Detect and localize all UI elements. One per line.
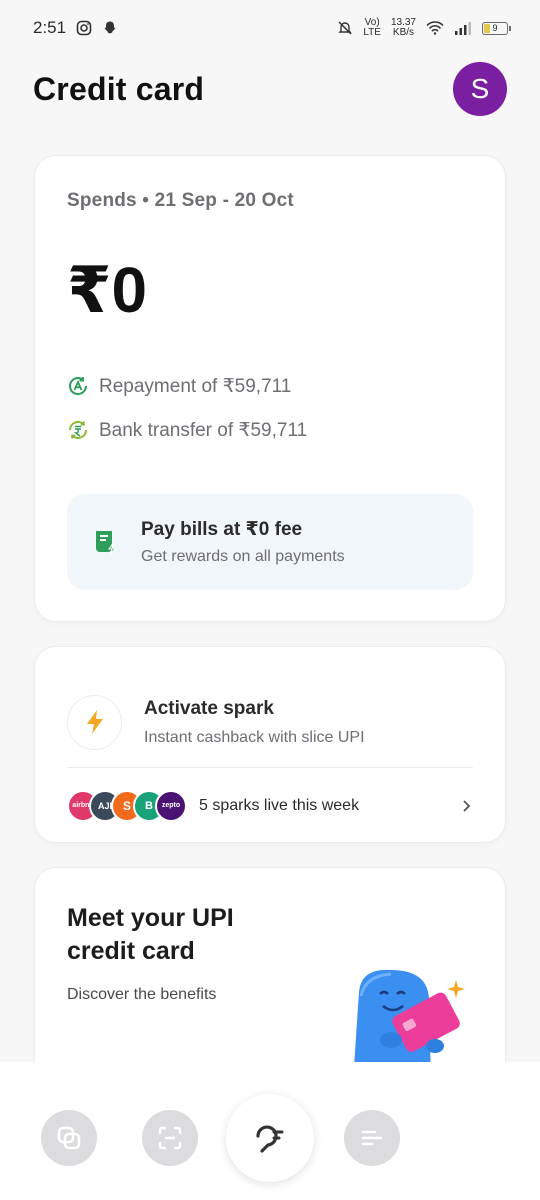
lightning-icon	[86, 710, 103, 734]
snapchat-icon	[104, 21, 116, 34]
spends-amount: ₹0	[67, 254, 148, 326]
status-time: 2:51	[33, 18, 67, 37]
pay-bills-subtitle: Get rewards on all payments	[141, 548, 345, 565]
spark-icon-container	[67, 694, 122, 750]
mute-icon	[338, 21, 353, 35]
bank-transfer-icon	[67, 419, 89, 441]
sparks-live-row[interactable]: airbnb AJI S B zepto 5 sparks live this …	[67, 767, 473, 844]
spends-period-label: Spends • 21 Sep - 20 Oct	[67, 190, 294, 211]
wifi-icon	[426, 21, 444, 35]
nav-menu-button[interactable]	[344, 1110, 400, 1166]
activate-spark-subtitle: Instant cashback with slice UPI	[144, 728, 365, 746]
repayment-icon	[67, 375, 89, 397]
battery-icon: 9	[482, 21, 511, 35]
nav-cards-button[interactable]	[41, 1110, 97, 1166]
scan-icon	[158, 1126, 182, 1150]
network-speed: 13.37 KB/s	[390, 17, 416, 38]
avatar[interactable]: S	[453, 62, 507, 116]
repayment-row: Repayment of ₹59,711	[67, 364, 473, 408]
activate-spark-row[interactable]: Activate spark Instant cashback with sli…	[35, 647, 505, 767]
menu-icon	[361, 1130, 383, 1146]
nav-home-button[interactable]	[226, 1094, 314, 1182]
bank-transfer-text: Bank transfer of ₹59,711	[99, 419, 308, 441]
pay-bills-title: Pay bills at ₹0 fee	[141, 519, 303, 540]
nav-scan-button[interactable]	[142, 1110, 198, 1166]
upi-title: Meet your UPI credit card	[67, 904, 234, 965]
zepto-logo: zepto	[155, 789, 187, 822]
bank-transfer-row: Bank transfer of ₹59,711	[67, 408, 473, 452]
status-bar: 2:51 Vo) LTE 13.37 KB/s 9	[0, 0, 540, 56]
signal-icon	[455, 22, 471, 35]
page-title: Credit card	[33, 70, 205, 107]
spends-card[interactable]: Spends • 21 Sep - 20 Oct ₹0 Repayment of…	[34, 155, 506, 622]
bill-icon	[96, 531, 116, 555]
activate-spark-title: Activate spark	[144, 697, 274, 719]
cards-icon	[57, 1126, 81, 1150]
spark-card[interactable]: Activate spark Instant cashback with sli…	[34, 646, 506, 843]
network-type: Vo) LTE	[363, 17, 381, 38]
pay-bills-banner[interactable]: Pay bills at ₹0 fee Get rewards on all p…	[67, 494, 473, 590]
chevron-right-icon	[463, 799, 471, 812]
bottom-navigation	[0, 1062, 540, 1200]
sparks-live-text: 5 sparks live this week	[199, 796, 360, 814]
slice-home-icon	[256, 1125, 284, 1153]
brand-logos: airbnb AJI S B zepto	[67, 789, 187, 822]
instagram-icon	[76, 20, 92, 36]
header: Credit card S	[33, 62, 507, 116]
repayment-text: Repayment of ₹59,711	[99, 375, 292, 397]
